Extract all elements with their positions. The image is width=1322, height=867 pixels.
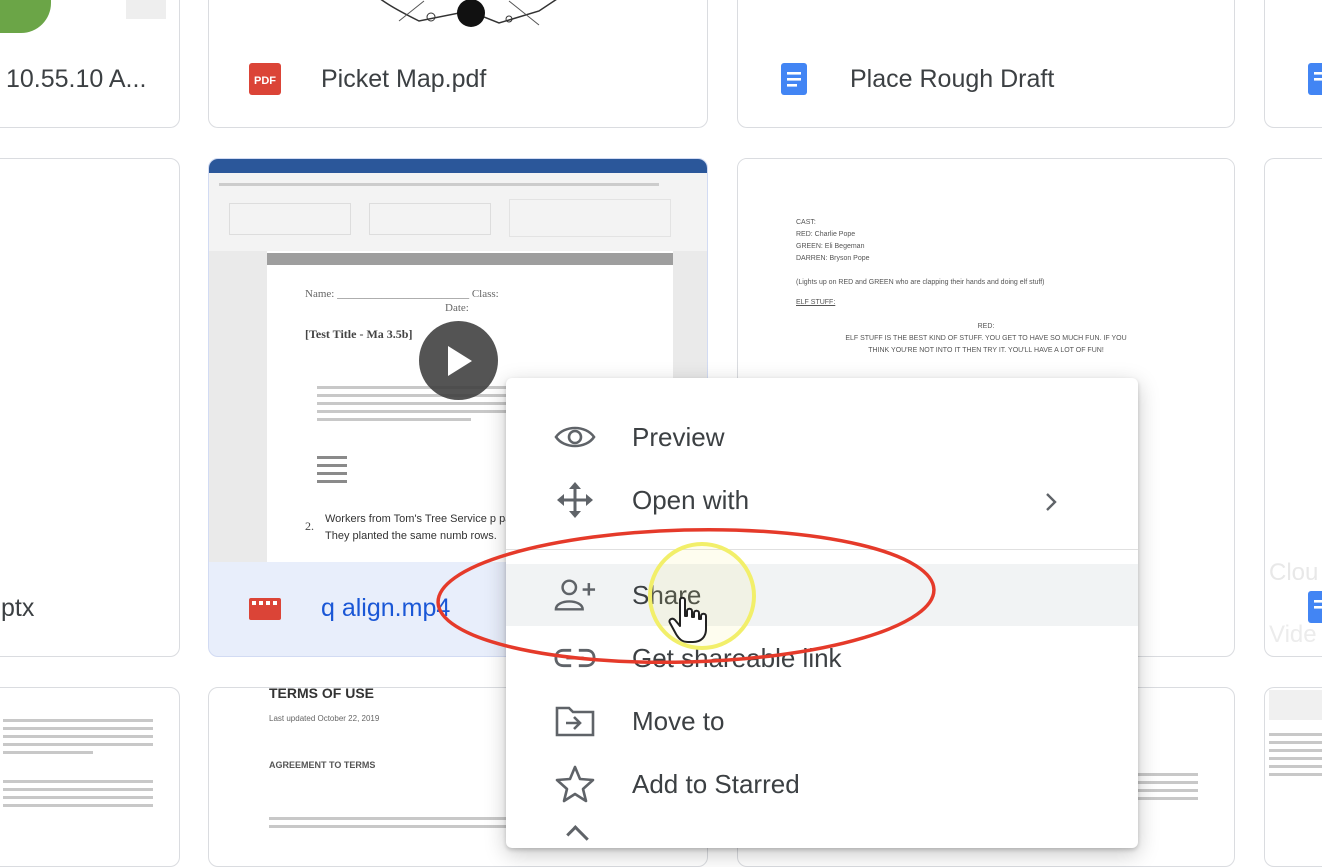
test-title: [Test Title - Ma 3.5b]: [305, 327, 413, 341]
context-menu: Preview Open with Share Get shareable li…: [506, 378, 1138, 848]
pdf-file-icon: PDF: [249, 63, 281, 95]
play-icon: [447, 345, 472, 376]
script-line: (Lights up on RED and GREEN who are clap…: [796, 279, 1045, 286]
chevron-right-icon: [1044, 489, 1058, 520]
file-name: Place Rough Draft: [850, 64, 1055, 93]
date-label: Date:: [445, 302, 469, 314]
video-file-icon: [249, 598, 281, 620]
word-ribbon-tools: [209, 173, 707, 252]
link-icon: [554, 637, 596, 679]
file-card-place-rough-draft[interactable]: Place Rough Draft: [737, 0, 1235, 128]
google-doc-icon: [1308, 63, 1322, 95]
file-card-row3-right[interactable]: [1264, 687, 1322, 867]
menu-item-label: Add to Starred: [632, 768, 800, 799]
folder-move-icon: [554, 700, 596, 742]
menu-item-label: Move to: [632, 705, 725, 736]
script-line: CAST:: [796, 219, 816, 226]
file-card-slides[interactable]: ptx: [0, 158, 180, 657]
map-thumbnail: [209, 0, 707, 33]
script-line: ELF STUFF IS THE BEST KIND OF STUFF. YOU…: [845, 335, 1127, 342]
menu-item-more-partial[interactable]: [566, 825, 589, 848]
file-name: ptx: [1, 593, 35, 622]
eye-icon: [554, 416, 596, 458]
file-name: q align.mp4: [321, 593, 451, 622]
file-card-image[interactable]: 10.55.10 A...: [0, 0, 180, 128]
file-card-partial-right[interactable]: Clou Vide: [1264, 158, 1322, 657]
class-label: Class:: [471, 288, 499, 300]
word-ribbon: [209, 159, 707, 173]
menu-item-get-shareable-link[interactable]: Get shareable link: [506, 627, 1138, 689]
script-line: RED: Charlie Pope: [796, 231, 856, 238]
script-line: RED:: [977, 323, 995, 330]
script-line: ELF STUFF:: [796, 299, 836, 306]
problem-number: 2.: [305, 519, 314, 533]
file-name: 10.55.10 A...: [6, 64, 147, 93]
play-button[interactable]: [419, 321, 498, 400]
image-thumbnail: [0, 0, 179, 33]
menu-item-share[interactable]: Share: [506, 564, 1138, 626]
move-arrows-icon: [554, 479, 596, 521]
terms-updated: Last updated October 22, 2019: [269, 714, 380, 723]
menu-item-label: Preview: [632, 421, 725, 452]
menu-divider: [506, 549, 1138, 550]
menu-item-label: Open with: [632, 484, 750, 515]
menu-item-open-with[interactable]: Open with: [506, 469, 1138, 531]
menu-item-label: Get shareable link: [632, 642, 842, 673]
script-line: GREEN: Eli Begeman: [796, 243, 865, 250]
partial-label-video: Vide: [1269, 621, 1317, 648]
file-card-picket-map[interactable]: PDF Picket Map.pdf: [208, 0, 708, 128]
script-line: DARREN: Bryson Pope: [796, 255, 870, 262]
name-label: Name:: [305, 288, 335, 300]
google-doc-icon: [1308, 591, 1322, 623]
menu-item-move-to[interactable]: Move to: [506, 690, 1138, 752]
terms-heading: AGREEMENT TO TERMS: [269, 760, 376, 770]
file-card-partial-doc[interactable]: [1264, 0, 1322, 128]
partial-label-cloud: Clou: [1269, 559, 1319, 586]
hand-cursor-icon: [668, 596, 707, 643]
svg-text:PDF: PDF: [254, 75, 276, 87]
person-add-icon: [554, 574, 596, 616]
menu-item-add-to-starred[interactable]: Add to Starred: [506, 753, 1138, 815]
menu-item-preview[interactable]: Preview: [506, 406, 1138, 468]
file-card-row3-left[interactable]: [0, 687, 180, 867]
file-name: Picket Map.pdf: [321, 64, 487, 93]
script-line: THINK YOU'RE NOT INTO IT THEN TRY IT. YO…: [868, 347, 1104, 354]
google-doc-icon: [781, 63, 807, 95]
star-icon: [554, 763, 596, 805]
terms-title: TERMS OF USE: [269, 687, 375, 701]
